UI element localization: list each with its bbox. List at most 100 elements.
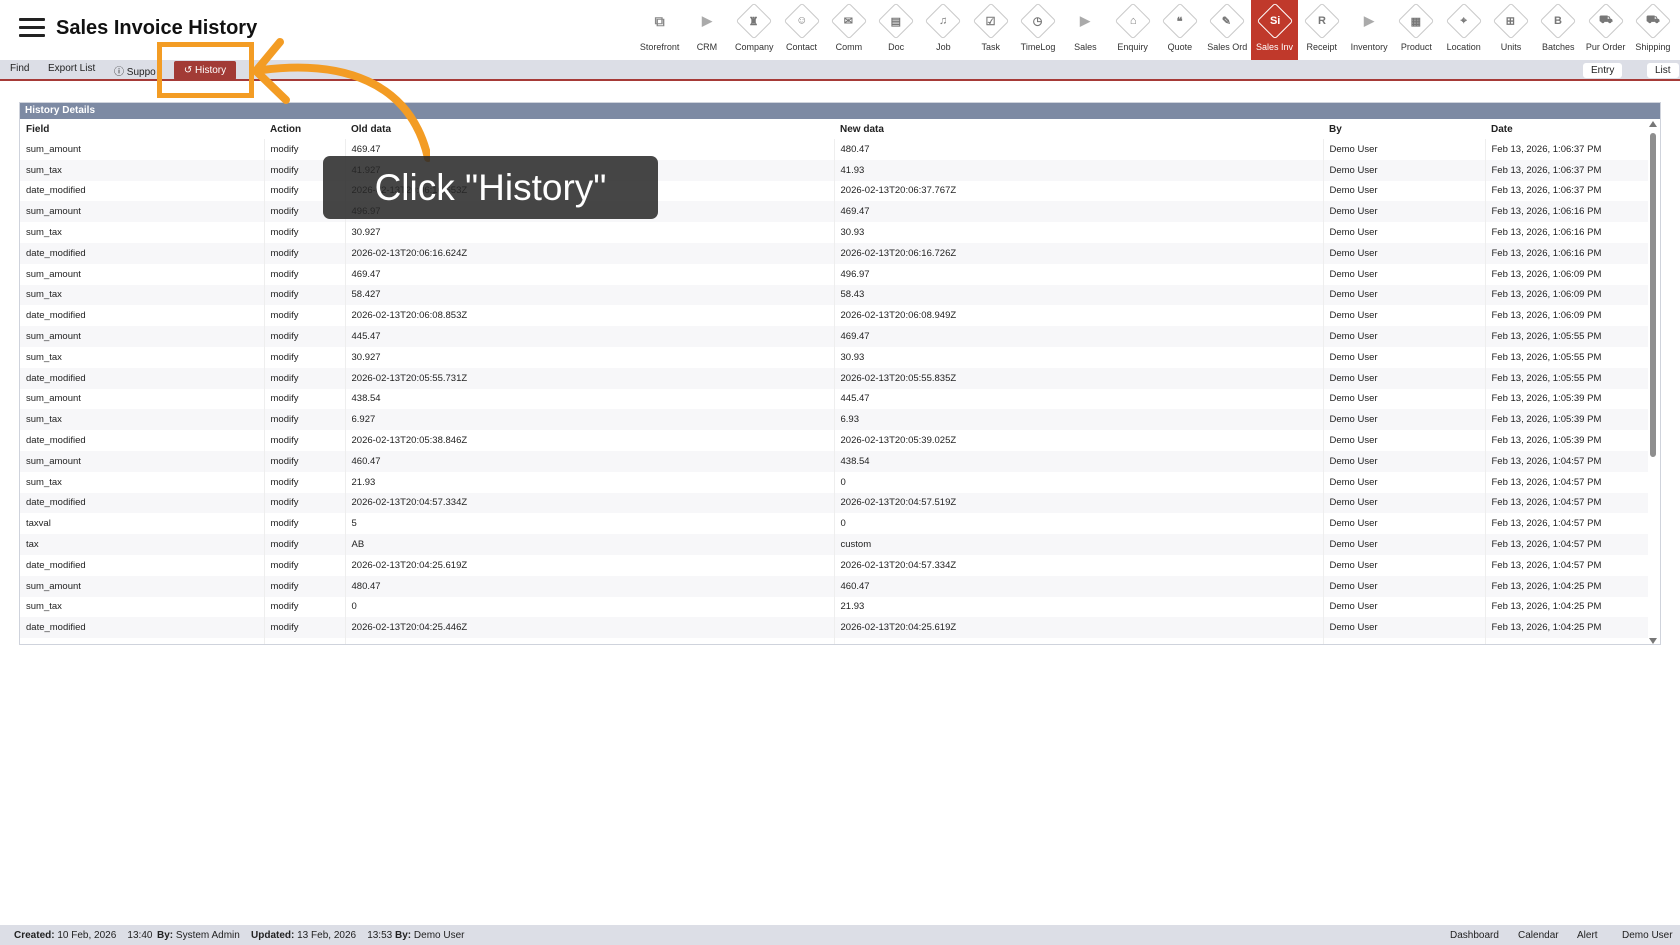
export-list-button[interactable]: Export List bbox=[48, 63, 95, 74]
scrollbar-thumb[interactable] bbox=[1650, 133, 1656, 457]
find-button[interactable]: Find bbox=[10, 63, 29, 74]
dashboard-link[interactable]: Dashboard bbox=[1450, 930, 1499, 941]
table-cell: Demo User bbox=[1322, 305, 1485, 327]
support-button[interactable]: ⓘ Suppo bbox=[114, 63, 156, 78]
module-sales-ord[interactable]: ✎ Sales Ord bbox=[1204, 0, 1251, 60]
table-cell: sum_tax bbox=[20, 409, 264, 431]
column-header-field[interactable]: Field bbox=[20, 119, 264, 139]
user-menu-link[interactable]: Demo User bbox=[1622, 930, 1673, 941]
table-row[interactable]: sum_tax modify 6.927 6.93 Demo User Feb 13, 2… bbox=[20, 409, 1648, 431]
module-shipping[interactable]: ⛟ Shipping bbox=[1629, 0, 1676, 60]
table-cell: Demo User bbox=[1322, 388, 1485, 410]
table-cell: date_modified bbox=[26, 185, 86, 197]
table-cell: modify bbox=[263, 534, 345, 555]
table-row[interactable]: sum_tax modify 58.427 58.43 Demo User Feb 13,… bbox=[20, 284, 1648, 306]
hamburger-menu-icon[interactable] bbox=[19, 18, 45, 38]
table-row[interactable]: sum_amount modify 480.47 460.47 Demo User Feb… bbox=[20, 575, 1648, 597]
table-row[interactable]: date_modified modify 2026-02-13T20:06:08.8… bbox=[20, 305, 1648, 327]
module-company[interactable]: ♜ Company bbox=[731, 0, 778, 60]
module-label: Comm bbox=[835, 42, 863, 52]
column-header-by[interactable]: By bbox=[1323, 119, 1485, 139]
table-body: sum_amount modify 469.47 480.47 Demo User Feb… bbox=[20, 139, 1648, 644]
entry-tab[interactable]: Entry bbox=[1583, 63, 1623, 78]
table-cell: 480.47 bbox=[344, 575, 834, 597]
table-row[interactable]: sum_tax modify 30.927 30.93 Demo User Feb 13,… bbox=[20, 222, 1648, 243]
alert-link[interactable]: Alert bbox=[1577, 930, 1598, 941]
table-cell: modify bbox=[263, 617, 345, 639]
module-label: Doc bbox=[888, 42, 905, 52]
column-header-new-data[interactable]: New data bbox=[834, 119, 1323, 139]
module-quote[interactable]: ❝ Quote bbox=[1156, 0, 1203, 60]
table-cell: 2026-02-13T20:06:16.624Z bbox=[344, 242, 834, 264]
module-timelog[interactable]: ◷ TimeLog bbox=[1014, 0, 1061, 60]
table-row[interactable]: sum_amountmodify496.97469.47Demo UserFeb… bbox=[20, 201, 1648, 223]
module-label: TimeLog bbox=[1020, 42, 1056, 52]
created-info: Created: 10 Feb, 2026 13:40 bbox=[14, 930, 153, 941]
table-cell: 0 bbox=[344, 596, 834, 618]
table-row[interactable]: tax modify AB custom Demo User Feb 13, 2026, … bbox=[20, 534, 1648, 555]
module-receipt[interactable]: R Receipt bbox=[1298, 0, 1345, 60]
table-row[interactable]: sum_tax modify 30.927 30.93 Demo User Feb 13,… bbox=[20, 346, 1648, 368]
table-cell: Demo User bbox=[1322, 534, 1485, 555]
table-cell: 438.54 bbox=[833, 450, 1323, 472]
table-cell: 2026-02-13T20:06:08.853Z bbox=[344, 305, 834, 327]
module-pur-order[interactable]: ⛟ Pur Order bbox=[1582, 0, 1629, 60]
comm-icon: ✉ bbox=[830, 2, 868, 40]
table-row[interactable]: date_modifiedmodify2026-02-13T20:06:16.6… bbox=[20, 242, 1648, 264]
table-cell: Demo User bbox=[1322, 617, 1485, 639]
module-units[interactable]: ⊞ Units bbox=[1487, 0, 1534, 60]
table-row[interactable]: date_modified modify 2026-02-13T20:04:57.3… bbox=[20, 492, 1648, 514]
table-row[interactable]: sum_tax modify 0 21.93 Demo User Feb 13, 2026… bbox=[20, 596, 1648, 618]
module-location[interactable]: ⌖ Location bbox=[1440, 0, 1487, 60]
table-row[interactable]: sum_amount modify 438.54 445.47 Demo User Feb… bbox=[20, 388, 1648, 410]
table-cell: modify bbox=[263, 242, 345, 264]
table-row[interactable]: taxvalmodify05Demo UserFeb 13, 2026, 1:0… bbox=[20, 638, 1648, 644]
table-row[interactable]: date_modified modify 2026-02-13T20:05:55.7… bbox=[20, 367, 1648, 389]
module-label: Product bbox=[1400, 42, 1432, 52]
table-cell: 6.93 bbox=[833, 409, 1323, 431]
module-doc[interactable]: ▤ Doc bbox=[872, 0, 919, 60]
module-contact[interactable]: ☺ Contact bbox=[778, 0, 825, 60]
table-row[interactable]: sum_amount modify 445.47 469.47 Demo User Feb… bbox=[20, 326, 1648, 347]
table-cell: modify bbox=[263, 554, 345, 576]
table-row[interactable]: sum_amount modify 460.47 438.54 Demo User Feb… bbox=[20, 450, 1648, 472]
list-tab[interactable]: List bbox=[1647, 63, 1679, 78]
column-header-date[interactable]: Date bbox=[1485, 119, 1648, 139]
table-row[interactable]: sum_amount modify 469.47 496.97 Demo User Feb… bbox=[20, 263, 1648, 285]
table-row[interactable]: sum_tax modify 21.93 0 Demo User Feb 13, 2026… bbox=[20, 471, 1648, 493]
table-cell: custom bbox=[833, 534, 1323, 555]
module-storefront[interactable]: ⧉ Storefront bbox=[636, 0, 683, 60]
module-job[interactable]: ♫ Job bbox=[920, 0, 967, 60]
module-sales-inv[interactable]: Si Sales Inv bbox=[1250, 0, 1299, 60]
scroll-down-icon[interactable] bbox=[1649, 638, 1657, 644]
module-sales[interactable]: ▶ Sales bbox=[1062, 0, 1109, 60]
table-row[interactable]: taxval modify 5 0 Demo User Feb 13, 2026, 1:0… bbox=[20, 513, 1648, 535]
table-cell: sum_amount bbox=[20, 450, 264, 472]
table-cell: Feb 13, 2026, 1:04:57 PM bbox=[1484, 554, 1648, 576]
module-product[interactable]: ▦ Product bbox=[1393, 0, 1440, 60]
table-cell: Demo User bbox=[1322, 367, 1485, 389]
pointer-arrow-icon bbox=[252, 38, 430, 162]
module-inventory[interactable]: ▶ Inventory bbox=[1345, 0, 1392, 60]
module-label: Sales Inv bbox=[1255, 42, 1294, 52]
scroll-up-icon[interactable] bbox=[1649, 121, 1657, 127]
table-row[interactable]: date_modified modify 2026-02-13T20:04:25.6… bbox=[20, 554, 1648, 576]
module-comm[interactable]: ✉ Comm bbox=[825, 0, 872, 60]
module-crm[interactable]: ▶ CRM bbox=[683, 0, 730, 60]
module-task[interactable]: ☑ Task bbox=[967, 0, 1014, 60]
table-cell: 2026-02-13T20:04:25.619Z bbox=[833, 617, 1323, 639]
support-label: Suppo bbox=[126, 67, 156, 78]
table-cell: date_modified bbox=[20, 617, 264, 639]
vertical-scrollbar[interactable] bbox=[1648, 121, 1658, 644]
table-cell: sum_amount bbox=[26, 268, 81, 280]
table-cell: 2026-02-13T20:04:25.619Z bbox=[344, 554, 834, 576]
module-enquiry[interactable]: ⌂ Enquiry bbox=[1109, 0, 1156, 60]
table-row[interactable]: date_modified modify 2026-02-13T20:04:25.4… bbox=[20, 617, 1648, 639]
calendar-link[interactable]: Calendar bbox=[1518, 930, 1559, 941]
module-batches[interactable]: B Batches bbox=[1535, 0, 1582, 60]
table-row[interactable]: date_modified modify 2026-02-13T20:05:38.8… bbox=[20, 430, 1648, 451]
history-details-panel: History Details Field Action Old data New d… bbox=[19, 102, 1661, 645]
table-cell: Feb 13, 2026, 1:04:57 PM bbox=[1484, 471, 1648, 493]
truck-icon: ⛟ bbox=[1634, 2, 1672, 40]
table-row[interactable]: date_modifiedmodify2026-02-13T20:06:16.6… bbox=[20, 180, 1648, 202]
